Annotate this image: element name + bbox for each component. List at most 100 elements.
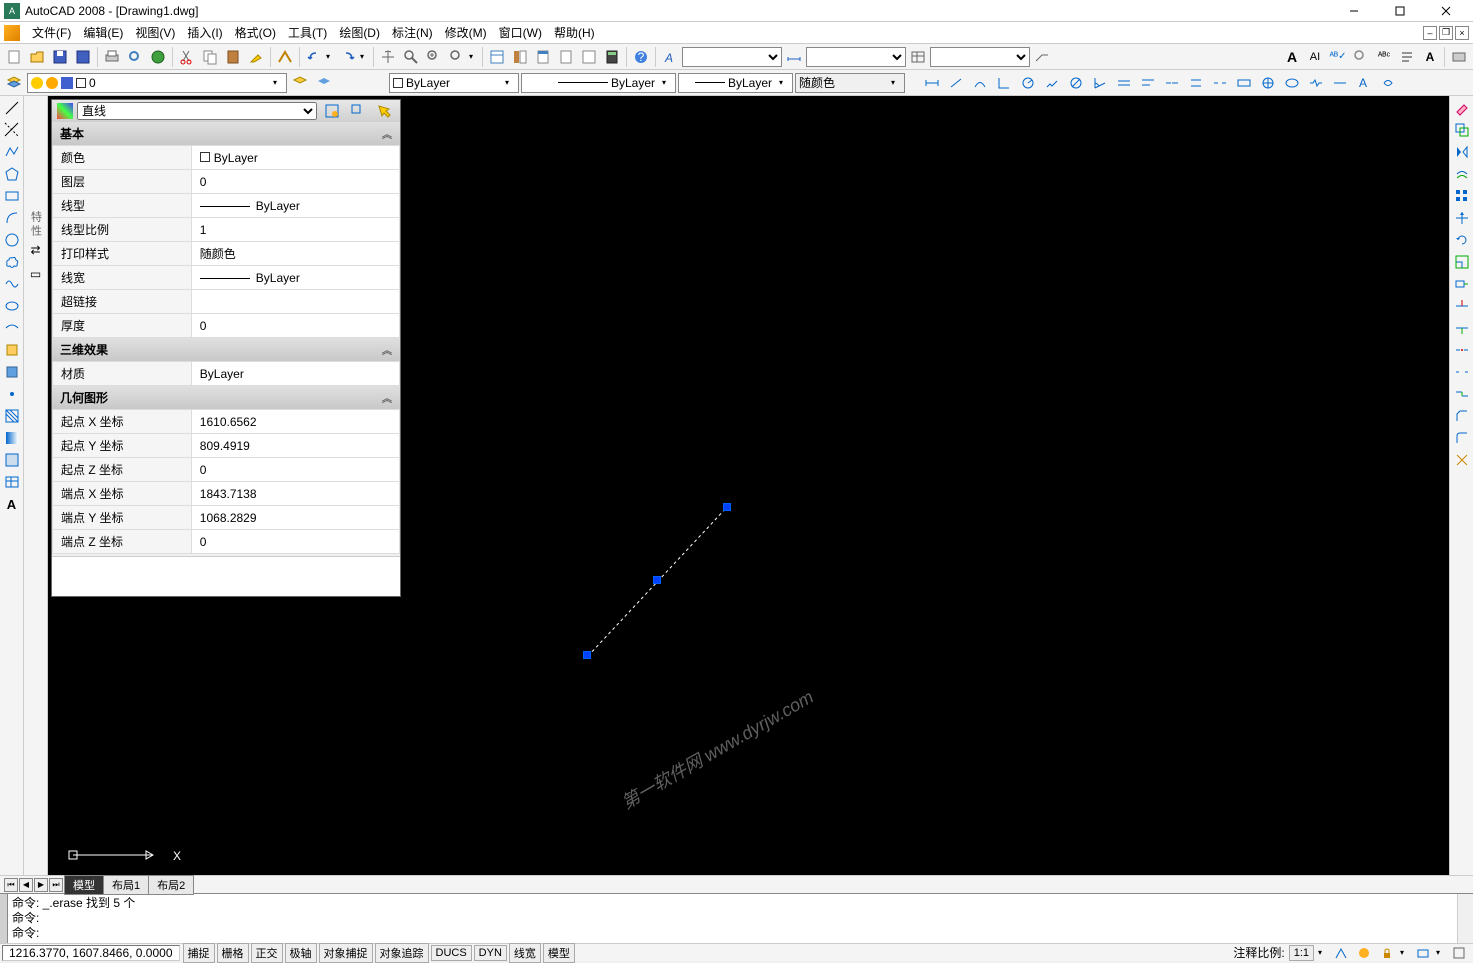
property-row[interactable]: 厚度0 (53, 314, 400, 338)
dimstyle-icon[interactable] (783, 46, 805, 68)
revcloud-icon[interactable] (2, 252, 22, 272)
tolerance-icon[interactable] (1233, 72, 1255, 94)
ellipse-icon[interactable] (2, 296, 22, 316)
mdi-restore-button[interactable]: ❐ (1439, 26, 1453, 40)
plotstyle-combo[interactable]: 随颜色 ▾ (795, 73, 905, 93)
property-value[interactable]: ByLayer (191, 194, 399, 218)
text-ai-icon[interactable]: AI (1304, 46, 1326, 68)
dim-aligned-icon[interactable] (945, 72, 967, 94)
menu-format[interactable]: 格式(O) (229, 22, 282, 43)
ortho-toggle[interactable]: 正交 (251, 943, 283, 963)
pickadd-icon[interactable] (347, 100, 369, 122)
copy-obj-icon[interactable] (1452, 120, 1472, 140)
redo-icon[interactable] (337, 46, 359, 68)
find-icon[interactable] (1350, 46, 1372, 68)
centermark-icon[interactable] (1257, 72, 1279, 94)
polygon-icon[interactable] (2, 164, 22, 184)
tab-first-button[interactable]: ⏮ (4, 878, 18, 892)
quickselect-icon[interactable] (321, 100, 343, 122)
property-row[interactable]: 起点 Y 坐标809.4919 (53, 434, 400, 458)
break-icon[interactable] (1452, 362, 1472, 382)
publish-icon[interactable] (147, 46, 169, 68)
grip-mid[interactable] (653, 576, 661, 584)
scale-text-icon[interactable]: ᴬᴮᶜ (1373, 46, 1395, 68)
rectangle-icon[interactable] (2, 186, 22, 206)
minimize-button[interactable] (1331, 0, 1377, 22)
dim-space-icon[interactable] (1185, 72, 1207, 94)
cut-icon[interactable] (176, 46, 198, 68)
property-row[interactable]: 颜色ByLayer (53, 146, 400, 170)
layer-manager-icon[interactable] (3, 72, 25, 94)
zoom-dropdown[interactable]: ▾ (469, 52, 479, 61)
property-row[interactable]: 起点 X 坐标1610.6562 (53, 410, 400, 434)
saveas-icon[interactable] (72, 46, 94, 68)
spell-icon[interactable]: ᴬᴮ✓ (1327, 46, 1349, 68)
color-combo[interactable]: ByLayer ▾ (389, 73, 519, 93)
anno-visibility-icon[interactable] (1331, 943, 1351, 963)
array-icon[interactable] (1452, 186, 1472, 206)
dim-ordinate-icon[interactable] (993, 72, 1015, 94)
object-type-combo[interactable]: 直线 (77, 102, 317, 120)
preview-icon[interactable] (124, 46, 146, 68)
sheet-set-icon[interactable] (555, 46, 577, 68)
circle-icon[interactable] (2, 230, 22, 250)
property-row[interactable]: 起点 Z 坐标0 (53, 458, 400, 482)
mdi-minimize-button[interactable]: – (1423, 26, 1437, 40)
hatch-icon[interactable] (2, 406, 22, 426)
maximize-button[interactable] (1377, 0, 1423, 22)
lock-dropdown[interactable]: ▾ (1400, 948, 1410, 957)
osnap-toggle[interactable]: 对象捕捉 (319, 943, 373, 963)
property-value[interactable]: 0 (191, 314, 399, 338)
arc-icon[interactable] (2, 208, 22, 228)
tray-dropdown[interactable]: ▾ (1436, 948, 1446, 957)
dim-arc-icon[interactable] (969, 72, 991, 94)
coordinates-readout[interactable]: 1216.3770, 1607.8466, 0.0000 (2, 945, 180, 961)
mtext-icon[interactable]: A (2, 494, 22, 514)
menu-modify[interactable]: 修改(M) (439, 22, 493, 43)
rotate-icon[interactable] (1452, 230, 1472, 250)
line-icon[interactable] (2, 98, 22, 118)
tablestyle-combo[interactable] (930, 47, 1030, 67)
dim-jogged-icon[interactable] (1041, 72, 1063, 94)
redo-dropdown[interactable]: ▾ (360, 52, 370, 61)
spline-icon[interactable] (2, 274, 22, 294)
command-line[interactable]: 命令: _.erase 找到 5 个 命令: 命令: (0, 893, 1473, 943)
property-value[interactable]: ByLayer (191, 362, 399, 386)
mdi-close-button[interactable]: × (1455, 26, 1469, 40)
undo-dropdown[interactable]: ▾ (326, 52, 336, 61)
textstyle-combo[interactable] (682, 47, 782, 67)
menu-help[interactable]: 帮助(H) (548, 22, 601, 43)
tab-prev-button[interactable]: ◀ (19, 878, 33, 892)
lineweight-combo[interactable]: ByLayer ▾ (678, 73, 793, 93)
property-row[interactable]: 打印样式随颜色 (53, 242, 400, 266)
property-row[interactable]: 线型ByLayer (53, 194, 400, 218)
property-value[interactable]: 0 (191, 458, 399, 482)
point-icon[interactable] (2, 384, 22, 404)
otrack-toggle[interactable]: 对象追踪 (375, 943, 429, 963)
justify-icon[interactable] (1396, 46, 1418, 68)
property-row[interactable]: 超链接 (53, 290, 400, 314)
scale-button[interactable]: 1:1 (1289, 945, 1314, 961)
anno-auto-icon[interactable] (1354, 943, 1374, 963)
properties-icon[interactable] (486, 46, 508, 68)
break-at-icon[interactable] (1452, 340, 1472, 360)
command-text[interactable]: 命令: _.erase 找到 5 个 命令: 命令: (8, 894, 1457, 943)
gradient-icon[interactable] (2, 428, 22, 448)
menu-file[interactable]: 文件(F) (26, 22, 77, 43)
property-value[interactable]: 0 (191, 530, 399, 554)
plot-icon[interactable] (101, 46, 123, 68)
designcenter-icon[interactable] (509, 46, 531, 68)
tab-next-button[interactable]: ▶ (34, 878, 48, 892)
drawing-canvas[interactable]: 直线 基本︽ 颜色ByLayer图层0线型ByLayer线型比例1打印样式随颜色… (48, 96, 1449, 875)
save-icon[interactable] (49, 46, 71, 68)
property-value[interactable]: 随颜色 (191, 242, 399, 266)
dim-angular-icon[interactable] (1089, 72, 1111, 94)
property-value[interactable]: 1 (191, 218, 399, 242)
block-editor-icon[interactable] (274, 46, 296, 68)
dim-continue-icon[interactable] (1161, 72, 1183, 94)
menu-view[interactable]: 视图(V) (129, 22, 181, 43)
toolpalette-icon[interactable] (532, 46, 554, 68)
menu-tools[interactable]: 工具(T) (282, 22, 333, 43)
grid-toggle[interactable]: 栅格 (217, 943, 249, 963)
scale-dropdown[interactable]: ▾ (1318, 948, 1328, 957)
